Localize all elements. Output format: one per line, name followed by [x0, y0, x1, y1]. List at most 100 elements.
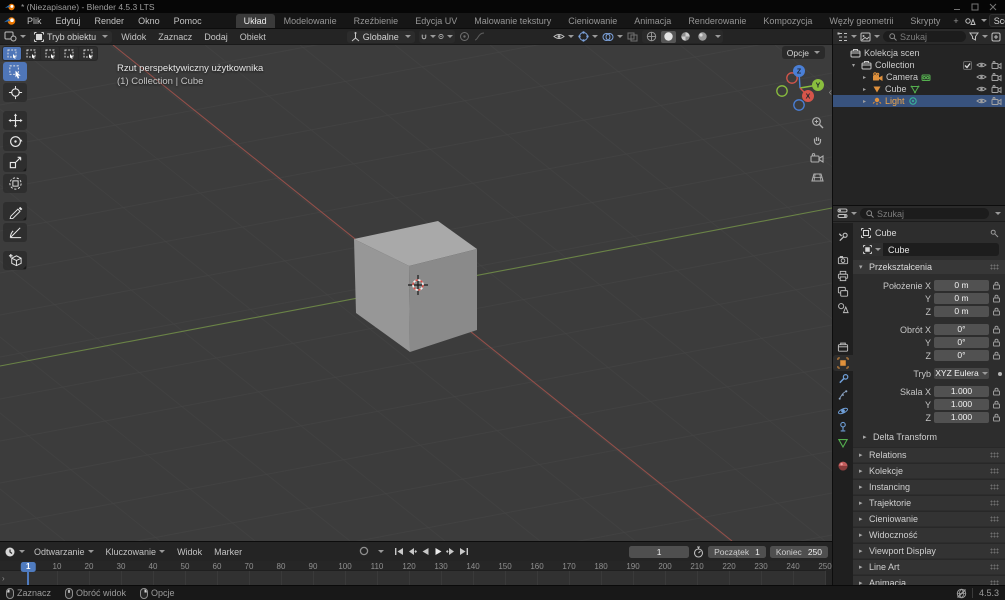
visibility-dropdown-icon[interactable]: [552, 32, 574, 41]
lock-icon[interactable]: [992, 325, 1001, 334]
properties-editor-type-icon[interactable]: [837, 208, 857, 219]
autokey-record-button[interactable]: [358, 544, 370, 558]
expander-icon[interactable]: ▸: [860, 98, 869, 105]
menu-plik[interactable]: Plik: [21, 15, 48, 27]
prop-tab-material[interactable]: [833, 458, 853, 474]
add-workspace-button[interactable]: +: [948, 16, 963, 26]
outliner-row-cube[interactable]: ▸ Cube: [833, 83, 1005, 95]
prop-tab-constraints[interactable]: [833, 419, 853, 435]
breadcrumb-object-name[interactable]: Cube: [875, 228, 897, 238]
scene-browse-icon[interactable]: [964, 16, 976, 26]
select-mode-extend[interactable]: [22, 47, 40, 60]
panel-grip-icon[interactable]: [990, 264, 999, 270]
timeline-menu-marker[interactable]: Marker: [209, 546, 247, 558]
outliner-editor[interactable]: Szukaj Kolekcja scen ▾ Collection ▸ Came…: [832, 29, 1005, 205]
prop-tab-particles[interactable]: [833, 387, 853, 403]
outliner-item-label[interactable]: Kolekcja scen: [864, 48, 920, 58]
mode-dropdown[interactable]: Tryb obiektu: [30, 30, 113, 43]
proportional-falloff-icon[interactable]: [474, 31, 485, 42]
outliner-item-label[interactable]: Camera: [886, 72, 918, 82]
eye-toggle[interactable]: [976, 85, 987, 93]
viewport-menu-widok[interactable]: Widok: [116, 31, 151, 43]
tool-cursor[interactable]: [3, 83, 27, 102]
shading-wireframe-button[interactable]: [644, 31, 659, 43]
current-frame-badge[interactable]: 1: [20, 562, 36, 572]
panel-grip-icon[interactable]: [990, 484, 999, 490]
field-tryb[interactable]: XYZ Eulera: [934, 368, 989, 379]
viewport-menu-obiekt[interactable]: Obiekt: [235, 31, 271, 43]
perspective-toggle-icon[interactable]: [806, 169, 828, 183]
lock-icon[interactable]: [992, 413, 1001, 422]
shading-material-button[interactable]: [678, 31, 693, 43]
close-icon[interactable]: [989, 3, 997, 11]
panel-grip-icon[interactable]: [990, 468, 999, 474]
field-obrót-x[interactable]: 0°: [934, 324, 989, 335]
select-mode-subtract[interactable]: [41, 47, 59, 60]
field-y[interactable]: 1.000: [934, 399, 989, 410]
show-gizmo-toggle[interactable]: [578, 31, 598, 42]
chevron-down-icon[interactable]: [995, 212, 1001, 215]
workspace-tab-kompozycja[interactable]: Kompozycja: [755, 14, 820, 28]
xray-toggle[interactable]: [627, 32, 638, 42]
navigation-gizmo[interactable]: Z YX: [776, 65, 824, 111]
panel-grip-icon[interactable]: [990, 500, 999, 506]
maximize-icon[interactable]: [971, 3, 979, 11]
outliner-item-label[interactable]: Cube: [885, 84, 907, 94]
prop-tab-scene[interactable]: [833, 300, 853, 316]
panel-viewport-display[interactable]: ▸ Viewport Display: [853, 543, 1005, 558]
transform-panel-header[interactable]: ▾ Przekształcenia: [853, 260, 1005, 274]
blender-menu-icon[interactable]: [4, 16, 17, 26]
properties-search-input[interactable]: Szukaj: [860, 208, 989, 219]
snap-toggle[interactable]: [421, 31, 436, 43]
orientation-dropdown[interactable]: Globalne: [346, 30, 415, 43]
start-frame-field[interactable]: Początek 1: [708, 545, 766, 558]
menu-okno[interactable]: Okno: [132, 15, 166, 27]
delta-transform-subpanel[interactable]: ▸ Delta Transform: [853, 429, 1005, 446]
panel-animacja[interactable]: ▸ Animacja: [853, 575, 1005, 585]
panel-grip-icon[interactable]: [990, 532, 999, 538]
outliner-options-icon[interactable]: [991, 32, 1001, 42]
lock-icon[interactable]: [992, 281, 1001, 290]
current-frame-field[interactable]: 1: [629, 545, 690, 558]
panel-trajektorie[interactable]: ▸ Trajektorie: [853, 495, 1005, 510]
outliner-row-kolekcja-scen[interactable]: Kolekcja scen: [833, 47, 1005, 59]
lock-icon[interactable]: [992, 387, 1001, 396]
prop-tab-data[interactable]: [833, 435, 853, 451]
end-frame-field[interactable]: Koniec 250: [769, 545, 828, 558]
checkbox-toggle[interactable]: [963, 60, 972, 70]
expander-icon[interactable]: ▸: [860, 74, 869, 81]
panel-grip-icon[interactable]: [990, 564, 999, 570]
field-położenie-x[interactable]: 0 m: [934, 280, 989, 291]
object-type-chip[interactable]: [861, 243, 883, 256]
prop-tab-object[interactable]: [833, 355, 853, 371]
workspace-tab-animacja[interactable]: Animacja: [626, 14, 679, 28]
field-y[interactable]: 0°: [934, 337, 989, 348]
workspace-tab-rzeźbienie[interactable]: Rzeźbienie: [346, 14, 407, 28]
play-reverse-button[interactable]: [419, 544, 431, 558]
cube-object[interactable]: [354, 221, 477, 352]
prop-tab-modifiers[interactable]: [833, 371, 853, 387]
prop-tab-collection[interactable]: [833, 339, 853, 355]
prop-tab-physics[interactable]: [833, 403, 853, 419]
tool-measure[interactable]: [3, 223, 27, 242]
panel-grip-icon[interactable]: [990, 548, 999, 554]
panel-grip-icon[interactable]: [990, 516, 999, 522]
pin-icon[interactable]: [990, 229, 999, 238]
outliner-row-collection[interactable]: ▾ Collection: [833, 59, 1005, 71]
menu-render[interactable]: Render: [89, 15, 131, 27]
field-z[interactable]: 0°: [934, 350, 989, 361]
field-y[interactable]: 0 m: [934, 293, 989, 304]
workspace-tab-skrypty[interactable]: Skrypty: [902, 14, 948, 28]
scene-name-field[interactable]: Scene: [988, 14, 1005, 27]
tool-select-box[interactable]: [3, 62, 27, 81]
outliner-editor-type-icon[interactable]: [837, 32, 857, 42]
shading-solid-button[interactable]: [660, 30, 676, 43]
tool-scale[interactable]: [3, 153, 27, 172]
timeline-menu-odtwarzanie[interactable]: Odtwarzanie: [29, 546, 99, 558]
timeline-editor-type-icon[interactable]: [4, 546, 25, 558]
tool-rotate[interactable]: [3, 132, 27, 151]
snap-target-dropdown[interactable]: [438, 31, 453, 43]
timeline-menu-widok[interactable]: Widok: [172, 546, 207, 558]
workspace-tab-modelowanie[interactable]: Modelowanie: [276, 14, 345, 28]
eye-toggle[interactable]: [976, 97, 987, 105]
